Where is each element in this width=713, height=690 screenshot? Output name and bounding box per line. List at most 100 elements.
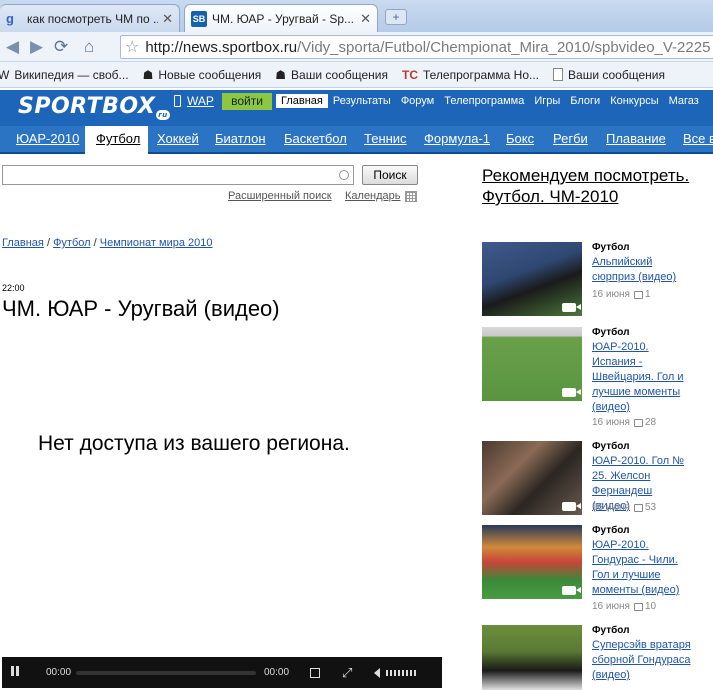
- duration: 00:00: [264, 667, 290, 678]
- item-category: Футбол: [592, 441, 630, 452]
- bookmark-star-icon[interactable]: ☆: [125, 37, 139, 57]
- calendar-icon: [404, 190, 417, 202]
- forum-icon: ☗: [275, 67, 287, 82]
- video-thumbnail[interactable]: [482, 625, 582, 690]
- item-date: 16 июня: [592, 601, 630, 612]
- sportnav-item-football[interactable]: Футбол: [96, 131, 140, 146]
- google-icon: g: [6, 10, 14, 26]
- sportnav-item-biathlon[interactable]: Биатлон: [215, 131, 266, 146]
- sportbox-favicon: SB: [191, 10, 207, 27]
- topnav-item-tv[interactable]: Телепрограмма: [439, 94, 529, 108]
- browser-tab-active[interactable]: SB ЧМ. ЮАР - Уругвай - Sp... ✕: [184, 4, 378, 32]
- close-tab-icon[interactable]: ✕: [360, 11, 371, 27]
- breadcrumb-football[interactable]: Футбол: [53, 237, 91, 249]
- topnav-item-blogs[interactable]: Блоги: [565, 94, 605, 108]
- item-date: 16 июня: [592, 289, 630, 300]
- search-input[interactable]: [2, 165, 354, 185]
- list-item: Футбол Суперсэйв вратаря сборной Гондура…: [482, 625, 712, 690]
- login-button[interactable]: войти: [222, 93, 272, 110]
- wap-link[interactable]: WAP: [174, 94, 214, 108]
- bookmark-item[interactable]: W Википедия — своб...: [0, 68, 129, 82]
- sportbox-logo[interactable]: SPORTBOX ru: [18, 94, 170, 120]
- item-link[interactable]: Суперсэйв вратаря сборной Гондураса (вид…: [592, 638, 692, 683]
- video-camera-icon: [562, 586, 581, 595]
- tab-title: ЧМ. ЮАР - Уругвай - Sp...: [212, 11, 355, 26]
- pause-button[interactable]: [11, 657, 21, 688]
- bookmark-item[interactable]: ☗ Ваши сообщения: [275, 68, 388, 82]
- topnav-item-contests[interactable]: Конкурсы: [605, 94, 663, 108]
- topnav-item-results[interactable]: Результаты: [328, 94, 396, 108]
- item-meta: 16 июня 53: [592, 502, 656, 513]
- back-button[interactable]: ◀: [6, 36, 19, 58]
- topnav-item-forum[interactable]: Форум: [396, 94, 439, 108]
- recommended-title: Рекомендуем посмотреть. Футбол. ЧМ-2010: [482, 166, 690, 206]
- progress-bar[interactable]: [76, 657, 256, 688]
- top-nav: Главная Результаты Форум Телепрограмма И…: [276, 94, 704, 108]
- browser-tabstrip: g как посмотреть ЧМ по ... ✕ SB ЧМ. ЮАР …: [0, 0, 713, 32]
- article-time: 22:00: [2, 283, 25, 293]
- reload-icon: ⟳: [54, 37, 69, 56]
- address-bar[interactable]: ☆ http://news.sportbox.ru/Vidy_sporta/Fu…: [120, 35, 713, 59]
- item-date: 16 июня: [592, 417, 630, 428]
- sport-nav: ЮАР-2010 Футбол Хоккей Биатлон Баскетбол…: [0, 126, 713, 154]
- video-thumbnail[interactable]: [482, 525, 582, 599]
- topnav-item-home[interactable]: Главная: [276, 94, 328, 108]
- comment-icon: [633, 602, 643, 611]
- progress-rail: [76, 670, 256, 675]
- sportnav-item-boxing[interactable]: Бокс: [506, 131, 534, 146]
- close-tab-icon[interactable]: ✕: [162, 11, 173, 27]
- browser-tab-inactive[interactable]: g как посмотреть ЧМ по ... ✕: [0, 4, 180, 32]
- sportnav-item-tennis[interactable]: Теннис: [364, 131, 407, 146]
- sportnav-item-all[interactable]: Все в: [683, 131, 713, 146]
- comment-icon: [633, 503, 643, 512]
- topnav-item-shop[interactable]: Магаз: [664, 94, 704, 108]
- popout-icon[interactable]: [310, 657, 324, 688]
- bookmark-item[interactable]: TC Телепрограмма Но...: [402, 68, 539, 82]
- search-clear-icon: [339, 170, 349, 180]
- advanced-search-link[interactable]: Расширенный поиск: [228, 190, 332, 202]
- bookmark-label: Ваши сообщения: [568, 67, 665, 82]
- video-player[interactable]: Нет доступа из вашего региона. 00:00 00:…: [2, 330, 442, 688]
- tc-icon: TC: [401, 67, 418, 82]
- forward-button[interactable]: ▶: [30, 36, 43, 58]
- phone-icon: [174, 95, 181, 107]
- item-comments: 53: [644, 502, 657, 513]
- bookmark-item[interactable]: ☗ Новые сообщения: [143, 68, 262, 82]
- new-tab-button[interactable]: +: [385, 9, 407, 25]
- bookmark-label: Википедия — своб...: [14, 67, 129, 82]
- sportnav-item-rugby[interactable]: Регби: [553, 131, 588, 146]
- video-thumbnail[interactable]: [482, 327, 582, 401]
- item-link[interactable]: ЮАР-2010. Испания - Швейцария. Гол и луч…: [592, 340, 692, 415]
- item-link[interactable]: ЮАР-2010. Гондурас - Чили. Гол и лучшие …: [592, 538, 692, 598]
- logo-suffix: ru: [156, 110, 170, 120]
- breadcrumb-home[interactable]: Главная: [2, 237, 44, 249]
- player-controls: 00:00 00:00 ⤢: [2, 657, 442, 688]
- current-time: 00:00: [46, 667, 72, 678]
- video-thumbnail[interactable]: [482, 441, 582, 515]
- sportnav-item-swimming[interactable]: Плавание: [606, 131, 666, 146]
- region-blocked-message: Нет доступа из вашего региона.: [38, 432, 350, 455]
- sportnav-item-basketball[interactable]: Баскетбол: [284, 131, 347, 146]
- item-date: 16 июня: [592, 502, 630, 513]
- volume-control[interactable]: [374, 657, 418, 688]
- logo-text: SPORTBOX: [18, 94, 156, 119]
- item-link[interactable]: Альпийский сюрприз (видео): [592, 255, 692, 285]
- volume-level: [386, 669, 418, 676]
- video-thumbnail[interactable]: [482, 242, 582, 316]
- topnav-item-games[interactable]: Игры: [529, 94, 565, 108]
- calendar-link[interactable]: Календарь: [345, 190, 417, 202]
- bookmark-item[interactable]: Ваши сообщения: [553, 68, 665, 82]
- video-camera-icon: [562, 388, 581, 397]
- browser-toolbar: ◀ ▶ ⟳ ⌂ ☆ http://news.sportbox.ru/Vidy_s…: [0, 32, 713, 62]
- reload-button[interactable]: ⟳: [54, 36, 68, 58]
- list-item: Футбол ЮАР-2010. Испания - Швейцария. Го…: [482, 327, 712, 428]
- sportnav-item-sa2010[interactable]: ЮАР-2010: [16, 131, 79, 146]
- home-button[interactable]: ⌂: [84, 36, 94, 58]
- sportnav-item-f1[interactable]: Формула-1: [424, 131, 490, 146]
- sportnav-item-hockey[interactable]: Хоккей: [157, 131, 199, 146]
- search-button[interactable]: Поиск: [362, 165, 418, 185]
- speaker-icon: [374, 667, 380, 678]
- fullscreen-icon[interactable]: ⤢: [342, 657, 352, 688]
- breadcrumb-worldcup[interactable]: Чемпионат мира 2010: [100, 237, 213, 249]
- list-item: Футбол Альпийский сюрприз (видео) 16 июн…: [482, 242, 712, 322]
